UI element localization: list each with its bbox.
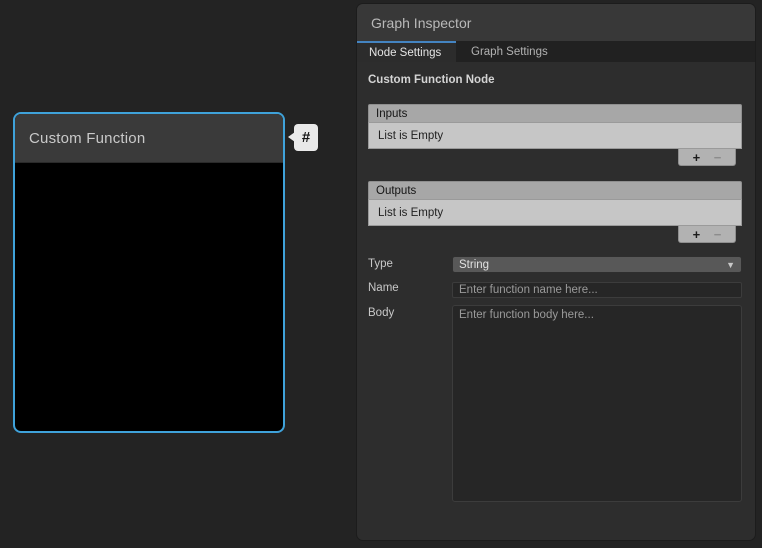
tab-graph-settings-label: Graph Settings xyxy=(471,46,548,58)
node-hash-badge[interactable]: # xyxy=(294,124,318,151)
inspector-tabbar: Node Settings Graph Settings xyxy=(357,41,755,62)
inspector-content: Custom Function Node Inputs List is Empt… xyxy=(357,74,755,507)
function-name-input[interactable] xyxy=(452,282,742,298)
type-dropdown[interactable]: String ▼ xyxy=(452,256,742,273)
node-titlebar[interactable]: Custom Function xyxy=(15,114,283,163)
node-title: Custom Function xyxy=(29,130,145,147)
chevron-down-icon: ▼ xyxy=(726,260,735,270)
outputs-header-label: Outputs xyxy=(376,185,416,197)
function-form: Type String ▼ Name Body xyxy=(368,256,742,507)
function-body-textarea[interactable] xyxy=(452,305,742,502)
inputs-list-header: Inputs xyxy=(368,104,742,122)
outputs-list-header: Outputs xyxy=(368,181,742,199)
node-settings-heading: Custom Function Node xyxy=(368,74,742,86)
outputs-remove-button[interactable]: − xyxy=(714,228,722,241)
name-label: Name xyxy=(368,280,452,298)
inspector-title: Graph Inspector xyxy=(371,15,471,31)
hash-icon: # xyxy=(302,129,310,146)
inputs-footer-buttons: + − xyxy=(678,149,736,166)
graph-inspector-panel: Graph Inspector Node Settings Graph Sett… xyxy=(357,4,755,540)
inputs-list: Inputs List is Empty + − xyxy=(368,104,742,166)
outputs-list: Outputs List is Empty + − xyxy=(368,181,742,243)
inputs-empty-label: List is Empty xyxy=(378,130,443,142)
tab-node-settings[interactable]: Node Settings xyxy=(357,41,456,62)
badge-tail-icon xyxy=(288,132,295,142)
body-label: Body xyxy=(368,305,452,507)
inputs-header-label: Inputs xyxy=(376,108,407,120)
inputs-list-footer: + − xyxy=(368,149,742,166)
outputs-add-button[interactable]: + xyxy=(693,228,701,241)
body-row: Body xyxy=(368,305,742,507)
type-label: Type xyxy=(368,256,452,273)
outputs-empty-row: List is Empty xyxy=(368,199,742,226)
inputs-add-button[interactable]: + xyxy=(693,151,701,164)
outputs-footer-buttons: + − xyxy=(678,226,736,243)
tab-graph-settings[interactable]: Graph Settings xyxy=(456,41,563,62)
inputs-remove-button[interactable]: − xyxy=(714,151,722,164)
graph-view[interactable]: Custom Function # Graph Inspector Node S… xyxy=(0,0,762,548)
outputs-empty-label: List is Empty xyxy=(378,207,443,219)
outputs-list-footer: + − xyxy=(368,226,742,243)
type-row: Type String ▼ xyxy=(368,256,742,273)
tab-node-settings-label: Node Settings xyxy=(369,47,441,59)
name-row: Name xyxy=(368,280,742,298)
inspector-titlebar[interactable]: Graph Inspector xyxy=(357,4,755,41)
type-dropdown-value: String xyxy=(459,259,489,271)
custom-function-node[interactable]: Custom Function xyxy=(13,112,285,433)
inputs-empty-row: List is Empty xyxy=(368,122,742,149)
